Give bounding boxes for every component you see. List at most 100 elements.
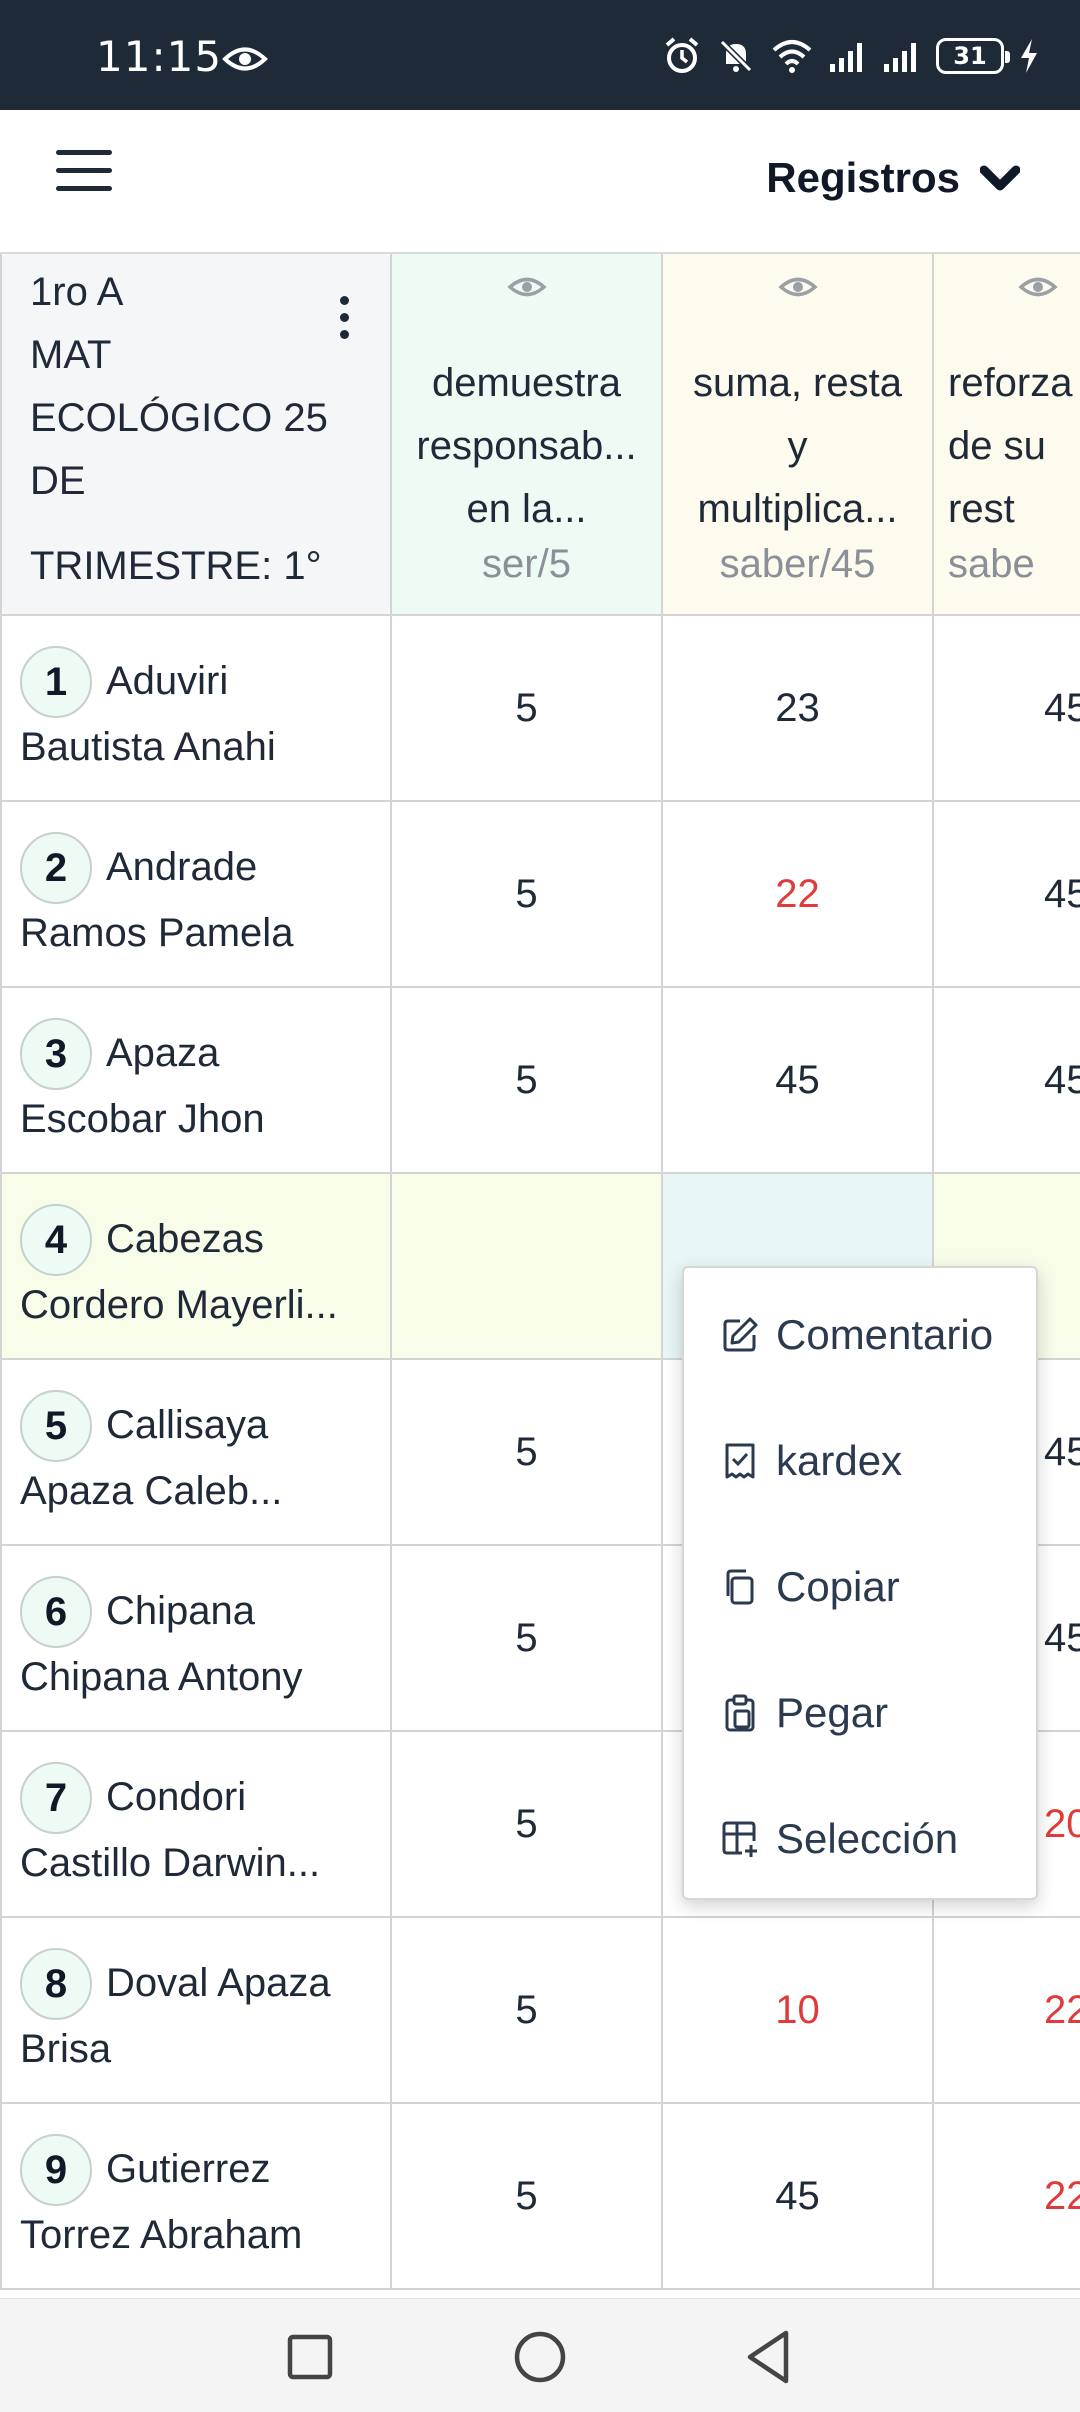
column-description: demuestra responsab... en la... [416,361,637,531]
context-menu: Comentario kardex Copiar Pegar Selección [682,1266,1038,1900]
grade-value: 22 [1044,2173,1080,2218]
grade-value: 22 [775,871,820,916]
eye-icon[interactable] [1018,272,1058,302]
student-cell[interactable]: 7 Condori Castillo Darwin... [0,1732,392,1918]
column-unit: ser/5 [482,542,571,586]
hamburger-icon[interactable] [56,150,112,194]
student-name-line1: Callisaya [106,1403,269,1447]
student-name-line1: Gutierrez [106,2147,271,2191]
student-name-line1: Aduviri [106,659,229,703]
battery-icon: 31 [936,38,1010,74]
more-options-icon[interactable] [334,296,354,344]
course-line: 1ro A [30,270,124,314]
student-name-line2: Castillo Darwin... [20,1841,321,1885]
alarm-icon [665,37,699,73]
grade-cell[interactable]: 22 [934,2104,1080,2290]
student-name-line2: Brisa [20,2027,112,2071]
table-row[interactable]: 9 Gutierrez Torrez Abraham 5 45 22 [0,2104,1080,2290]
column-header-1[interactable]: demuestra responsab... en la... ser/5 [392,254,663,616]
status-icons: 31 [662,36,1040,76]
system-nav-bar [0,2298,1080,2412]
grade-value: 5 [515,685,538,730]
grade-value: 45 [1044,1057,1080,1102]
table-add-icon [722,1821,757,1857]
grade-cell[interactable]: 45 [934,988,1080,1174]
grade-cell[interactable]: 22 [663,802,934,988]
grade-cell[interactable]: 45 [663,2104,934,2290]
student-name-line1: Condori [106,1775,247,1819]
course-header: 1ro A MAT ECOLÓGICO 25 DE TRIMESTRE: 1° [0,254,392,616]
grade-cell[interactable]: 5 [392,1546,663,1732]
table-row[interactable]: 8 Doval Apaza Brisa 5 10 22 [0,1918,1080,2104]
student-cell[interactable]: 1 Aduviri Bautista Anahi [0,616,392,802]
menu-item-comentario[interactable]: Comentario [684,1272,1036,1398]
back-icon[interactable] [738,2325,802,2389]
grade-value: 5 [515,1987,538,2032]
grade-cell[interactable]: 23 [663,616,934,802]
grade-cell[interactable]: 5 [392,1732,663,1918]
student-cell[interactable]: 8 Doval Apaza Brisa [0,1918,392,2104]
recents-icon[interactable] [278,2325,342,2389]
menu-item-kardex[interactable]: kardex [684,1398,1036,1524]
grade-cell[interactable]: 45 [934,616,1080,802]
student-cell[interactable]: 6 Chipana Chipana Antony [0,1546,392,1732]
student-name-line1: Apaza [106,1031,220,1075]
eye-icon[interactable] [506,272,547,302]
column-unit: saber/45 [719,542,876,586]
grade-value: 45 [1044,871,1080,916]
student-name-line2: Ramos Pamela [20,911,294,955]
menu-item-copiar[interactable]: Copiar [684,1524,1036,1650]
table-row[interactable]: 1 Aduviri Bautista Anahi 5 23 45 [0,616,1080,802]
menu-item-label: Pegar [776,1689,889,1736]
grade-cell[interactable]: 5 [392,988,663,1174]
grade-cell[interactable]: 5 [392,1360,663,1546]
registros-dropdown[interactable]: Registros [766,154,1020,202]
student-cell[interactable]: 9 Gutierrez Torrez Abraham [0,2104,392,2290]
grade-cell[interactable]: 5 [392,802,663,988]
grade-cell[interactable]: 10 [663,1918,934,2104]
receipt-icon [725,1443,755,1479]
column-header-3[interactable]: reforza de su rest sabe [934,254,1080,616]
grade-value: 5 [515,1615,538,1660]
student-name-line1: Doval Apaza [106,1961,331,2005]
paste-icon [725,1694,755,1732]
course-line: DE [30,459,86,503]
grade-cell[interactable]: 45 [934,802,1080,988]
status-bar: 11:15 31 [0,0,1080,110]
student-name: Cabezas Cordero Mayerli... [20,1206,378,1338]
grade-cell[interactable]: 22 [934,1918,1080,2104]
charging-icon [1021,39,1037,73]
column-header-2[interactable]: suma, resta y multiplica... saber/45 [663,254,934,616]
menu-item-pegar[interactable]: Pegar [684,1650,1036,1776]
eye-icon[interactable] [777,272,818,302]
menu-item-seleccion[interactable]: Selección [684,1776,1036,1902]
menu-item-label: Comentario [776,1311,994,1358]
grade-value: 5 [515,1057,538,1102]
student-cell[interactable]: 4 Cabezas Cordero Mayerli... [0,1174,392,1360]
grade-cell[interactable]: 5 [392,2104,663,2290]
table-row[interactable]: 3 Apaza Escobar Jhon 5 45 45 [0,988,1080,1174]
menu-item-label: Copiar [776,1563,900,1610]
grade-value: 22 [1044,1987,1080,2032]
grade-cell[interactable] [392,1174,663,1360]
grade-value: 45 [1044,685,1080,730]
grade-value [392,1174,661,1358]
student-cell[interactable]: 5 Callisaya Apaza Caleb... [0,1360,392,1546]
student-name-line1: Chipana [106,1589,256,1633]
table-row[interactable]: 2 Andrade Ramos Pamela 5 22 45 [0,802,1080,988]
grade-cell[interactable]: 45 [663,988,934,1174]
grade-value: 45 [775,1057,820,1102]
grade-cell[interactable]: 5 [392,1918,663,2104]
student-cell[interactable]: 2 Andrade Ramos Pamela [0,802,392,988]
student-name: Condori Castillo Darwin... [20,1764,378,1896]
battery-level: 31 [953,42,987,70]
grade-value: 5 [515,2173,538,2218]
grade-cell[interactable]: 5 [392,616,663,802]
copy-icon [726,1569,754,1605]
home-icon[interactable] [508,2325,572,2389]
student-name-line1: Cabezas [106,1217,264,1261]
student-cell[interactable]: 3 Apaza Escobar Jhon [0,988,392,1174]
student-name: Aduviri Bautista Anahi [20,648,378,780]
student-name: Gutierrez Torrez Abraham [20,2136,378,2268]
student-name-line2: Cordero Mayerli... [20,1283,338,1327]
